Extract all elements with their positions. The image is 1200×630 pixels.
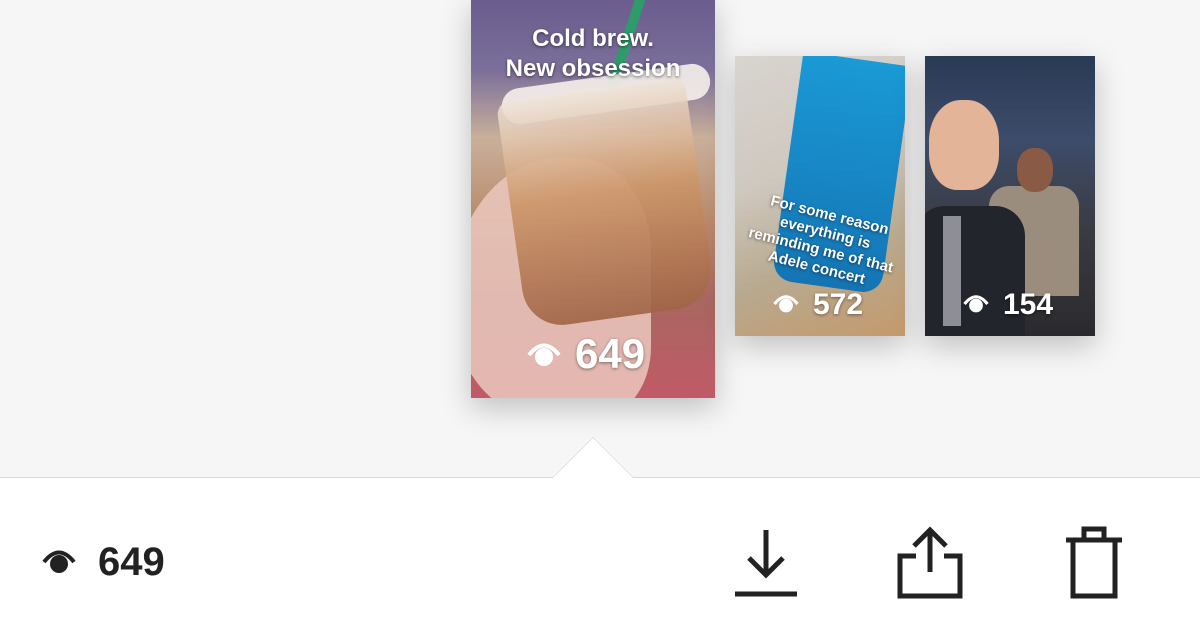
story-thumbnail[interactable]: For some reason everything is reminding …: [735, 56, 905, 336]
eye-icon: [773, 288, 799, 322]
share-button[interactable]: [892, 522, 968, 602]
photo-cup: [495, 75, 715, 331]
share-icon: [897, 526, 963, 599]
story-view-count: 572: [773, 288, 863, 322]
photo-person-background-face: [1017, 148, 1053, 192]
bottom-action-bar: [0, 478, 1200, 630]
trash-icon: [1066, 526, 1122, 599]
selected-view-count: 649: [42, 540, 165, 585]
story-carousel: Cold brew. New obsession 649 For some re…: [0, 0, 1200, 478]
story-view-count-value: 572: [813, 288, 864, 321]
download-icon: [735, 530, 797, 597]
story-view-count: 154: [963, 288, 1053, 322]
eye-icon: [963, 288, 989, 322]
story-caption: Cold brew. New obsession: [505, 25, 681, 82]
selection-pointer: [553, 438, 633, 478]
story-thumbnail-selected[interactable]: Cold brew. New obsession 649: [471, 0, 715, 398]
eye-icon: [42, 540, 76, 585]
story-thumbnail[interactable]: 154: [925, 56, 1095, 336]
photo-person-tie: [943, 216, 961, 326]
eye-icon: [527, 330, 561, 378]
story-view-count: 649: [527, 330, 645, 378]
story-view-count-value: 154: [1003, 288, 1054, 321]
download-button[interactable]: [728, 522, 804, 602]
photo-person-face: [929, 100, 999, 190]
delete-button[interactable]: [1056, 522, 1132, 602]
story-view-count-value: 649: [575, 330, 646, 377]
selected-view-count-value: 649: [98, 540, 165, 584]
